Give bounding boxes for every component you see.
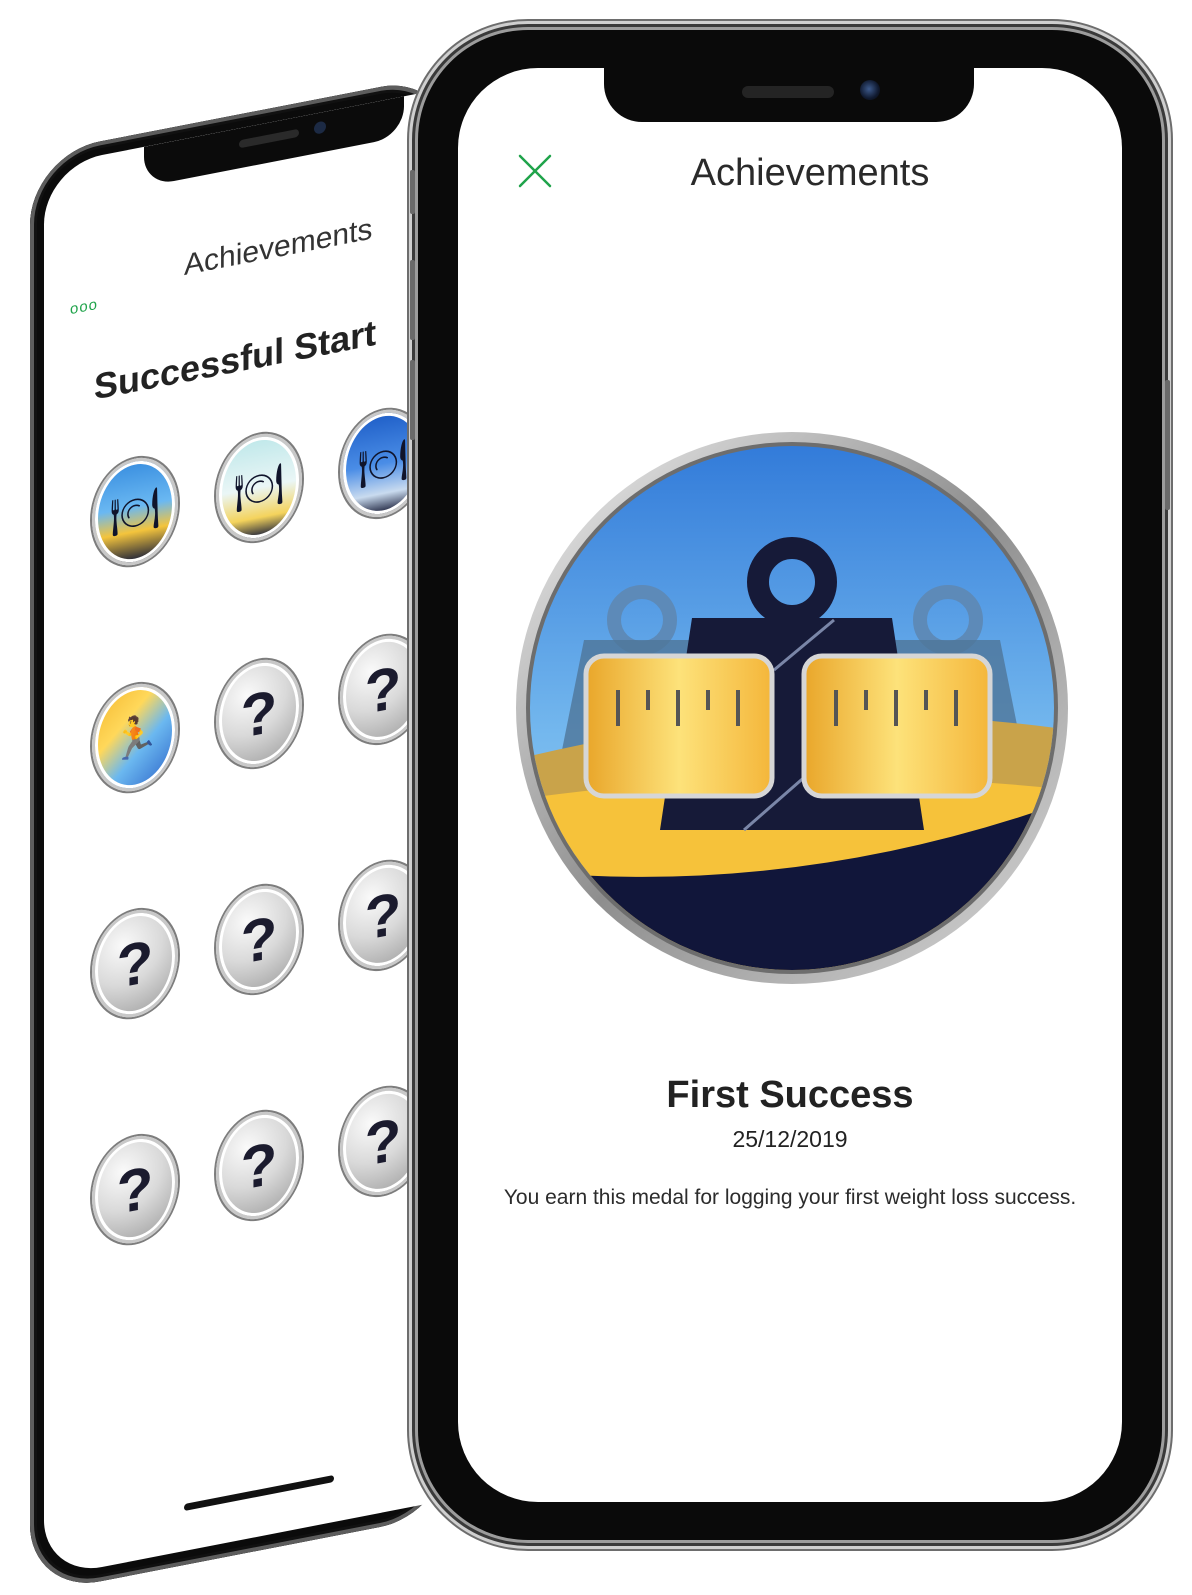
locked-badge[interactable]: ? [92,902,178,1025]
breakfast-badge[interactable]: 🍽 [92,450,178,573]
question-mark-icon: ? [116,926,154,1001]
locked-badge[interactable]: ? [340,854,426,977]
power-button [1165,380,1170,510]
front-phone-notch [604,68,974,122]
speaker-grille [239,128,299,149]
locked-badge[interactable]: ? [340,1080,426,1203]
breakfast-badge-icon: 🍽 [109,485,161,540]
medal-name: First Success [666,1074,914,1116]
back-page-title: Achievements [184,212,373,283]
question-mark-icon: ? [116,1152,154,1227]
locked-badge[interactable]: ? [216,652,302,775]
question-mark-icon: ? [364,878,402,953]
question-mark-icon: ? [364,652,402,727]
locked-badge[interactable]: ? [340,628,426,751]
volume-button [410,360,415,440]
locked-badge[interactable]: ? [216,1104,302,1227]
back-phone: ooo Achievements Successful Start 🍽 🍽 🍽 … [30,73,450,1595]
ellipsis-icon[interactable]: ooo [70,296,98,318]
camera-icon [314,120,326,135]
home-indicator[interactable] [184,1474,334,1512]
camera-icon [860,80,880,100]
back-phone-screen: ooo Achievements Successful Start 🍽 🍽 🍽 … [44,87,450,1579]
medal-description: You earn this medal for logging your fir… [503,1186,1077,1209]
lunch-badge[interactable]: 🍽 [216,426,302,549]
section-title: Successful Start [94,311,377,408]
volume-button [410,260,415,340]
front-phone-screen: Achievements First Success 25/12/2019 Yo… [458,68,1122,1502]
question-mark-icon: ? [240,676,278,751]
running-badge-icon: 🏃 [110,711,160,765]
page-title: Achievements [690,152,930,194]
weight-measuring-tape-medal-icon[interactable] [514,430,1070,986]
question-mark-icon: ? [240,902,278,977]
badge-grid: 🍽 🍽 🍽 🏃 ? ? ? ? ? ? ? ? [92,402,426,1251]
locked-badge[interactable]: ? [92,1128,178,1251]
volume-button [410,170,415,214]
running-badge[interactable]: 🏃 [92,676,178,799]
medal-date: 25/12/2019 [732,1126,848,1152]
question-mark-icon: ? [364,1104,402,1179]
speaker-grille [742,86,834,98]
lunch-badge-icon: 🍽 [233,461,285,515]
question-mark-icon: ? [240,1128,278,1203]
locked-badge[interactable]: ? [216,878,302,1001]
front-phone: Achievements First Success 25/12/2019 Yo… [410,30,1170,1540]
